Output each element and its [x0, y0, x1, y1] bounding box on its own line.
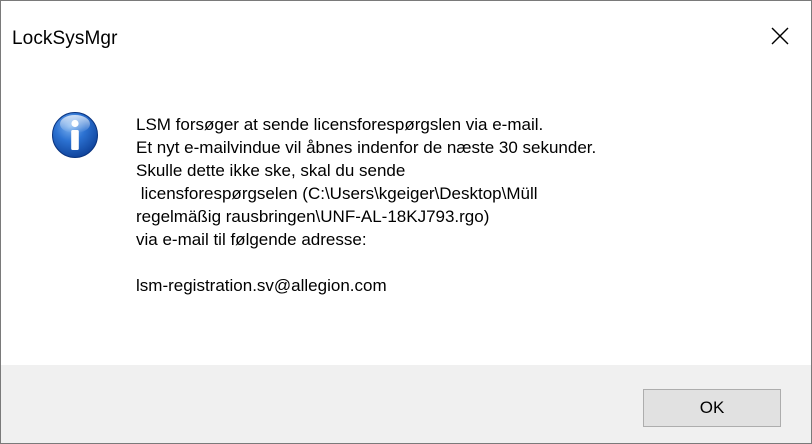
message-line: Et nyt e-mailvindue vil åbnes indenfor d… [136, 138, 597, 157]
message-line: Skulle dette ikke ske, skal du sende [136, 161, 406, 180]
window-title: LockSysMgr [12, 28, 118, 49]
information-icon [52, 112, 98, 158]
dialog-body: LSM forsøger at sende licensforespørgsle… [1, 71, 811, 365]
message-line: via e-mail til følgende adresse: [136, 230, 367, 249]
close-icon [771, 27, 789, 45]
message-line: regelmäßig rausbringen\UNF-AL-18KJ793.rg… [136, 207, 490, 226]
message-line: licensforespørgselen (C:\Users\kgeiger\D… [136, 184, 538, 203]
button-bar: OK [1, 365, 811, 443]
email-address: lsm-registration.sv@allegion.com [136, 276, 387, 295]
message-line: LSM forsøger at sende licensforespørgsle… [136, 115, 544, 134]
message-text: LSM forsøger at sende licensforespørgsle… [136, 113, 786, 297]
title-bar[interactable]: LockSysMgr [1, 1, 811, 71]
ok-button[interactable]: OK [643, 389, 781, 427]
message-dialog: LockSysMgr LSM forsøger at sende licensf… [0, 0, 812, 444]
close-button[interactable] [749, 1, 811, 71]
